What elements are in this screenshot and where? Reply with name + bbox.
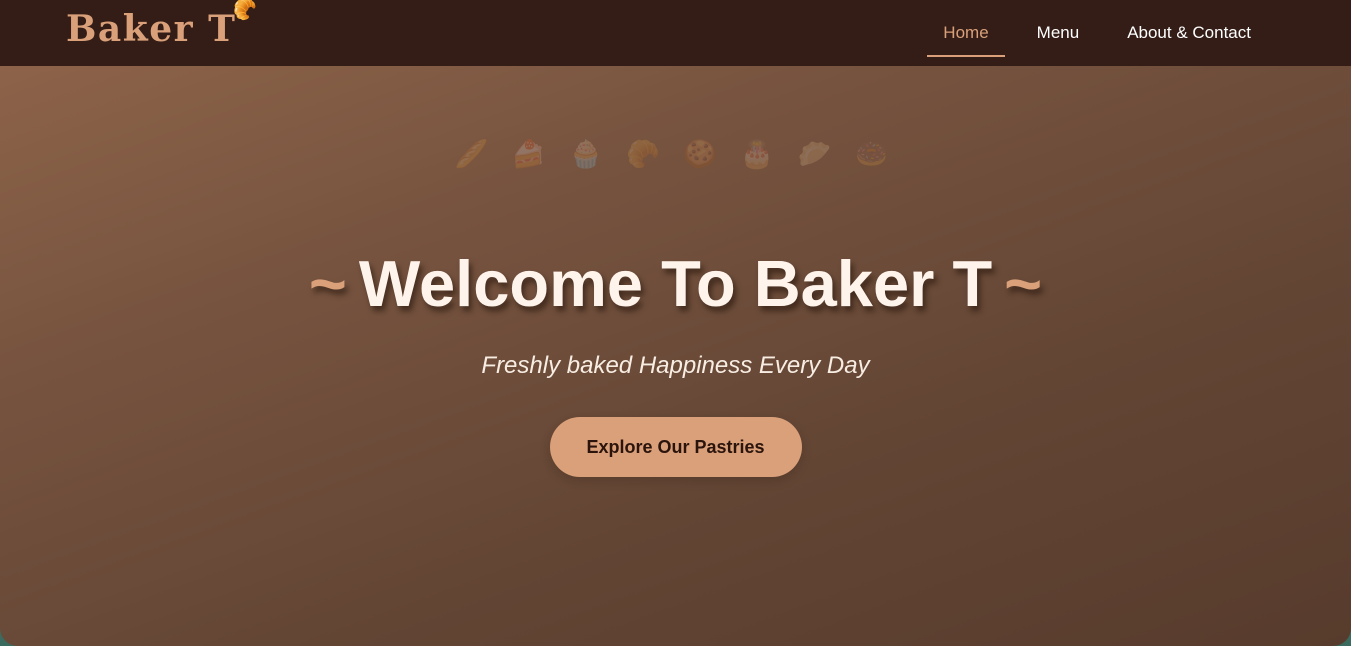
nav-link-home[interactable]: Home <box>927 9 1006 57</box>
explore-pastries-button[interactable]: Explore Our Pastries <box>549 417 802 477</box>
baguette-icon: 🥖 <box>454 139 497 169</box>
pastry-icon-row: 🥖 🍰 🧁 🥐 🍪 🎂 🥟 🍩 <box>0 138 1351 170</box>
title-tilde-right: ~ <box>1004 247 1043 320</box>
cake-slice-icon: 🍰 <box>511 139 554 169</box>
hero-title: ~ Welcome To Baker T ~ <box>0 246 1351 321</box>
dumpling-icon: 🥟 <box>797 139 840 169</box>
nav-link-about-contact[interactable]: About & Contact <box>1111 9 1267 57</box>
hero-subtitle: Freshly baked Happiness Every Day <box>481 352 870 379</box>
title-tilde-left: ~ <box>308 247 347 320</box>
brand-logo[interactable]: Baker T <box>66 8 236 50</box>
nav-links: Home Menu About & Contact <box>911 0 1267 66</box>
cta-container: Explore Our Pastries <box>0 417 1351 477</box>
croissant-icon: 🥐 <box>626 139 668 169</box>
cookie-icon: 🍪 <box>683 139 725 169</box>
hero-section: 🥖 🍰 🧁 🥐 🍪 🎂 🥟 🍩 ~ Welcome To Baker T ~ Fre… <box>0 66 1351 646</box>
cupcake-icon: 🧁 <box>568 139 611 169</box>
nav-link-menu[interactable]: Menu <box>1021 9 1096 57</box>
top-navbar: Baker T 🥐 Home Menu About & Contact <box>0 0 1351 66</box>
donut-icon: 🍩 <box>854 139 897 169</box>
birthday-cake-icon: 🎂 <box>740 139 783 169</box>
hero-title-text: Welcome To Baker T <box>358 247 993 320</box>
